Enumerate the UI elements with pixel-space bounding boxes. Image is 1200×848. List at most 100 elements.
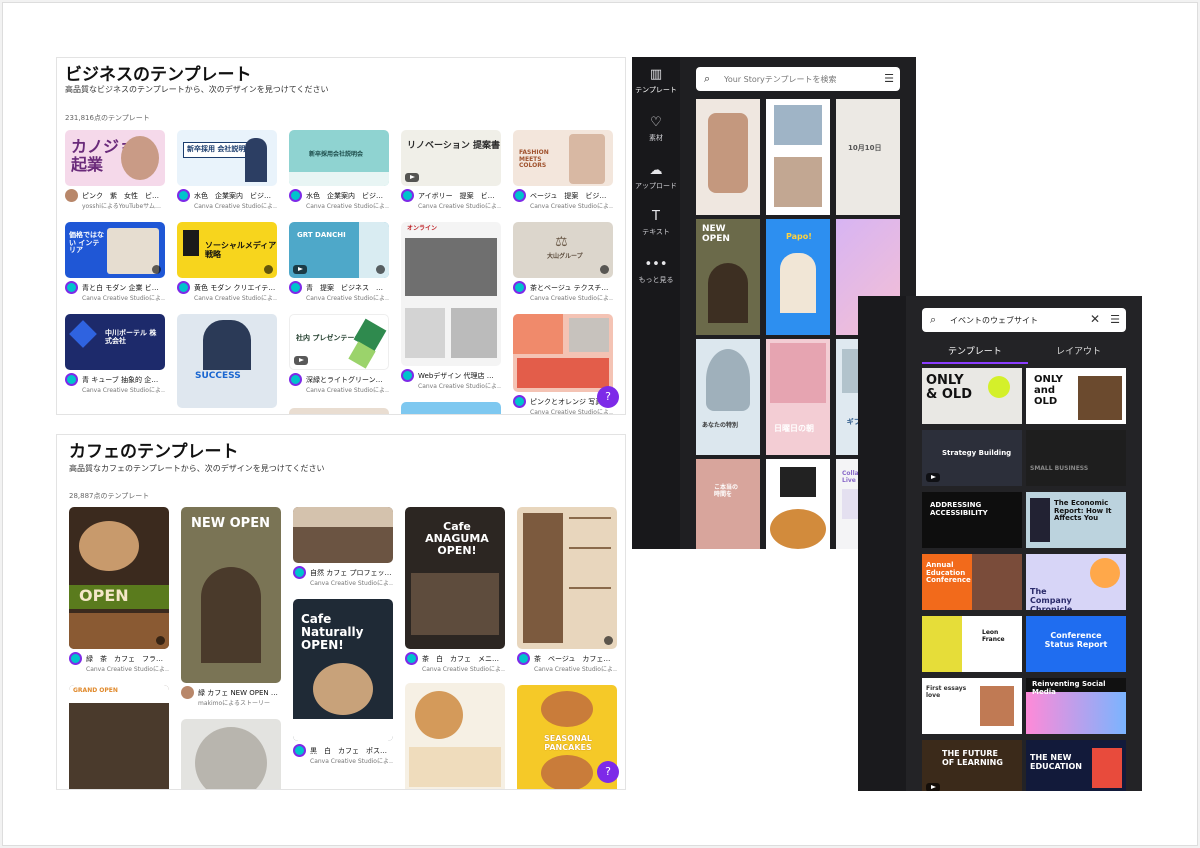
template-card[interactable]: GRT DANCHI 青 提案 ビジネス … Canva Creative St… (289, 222, 389, 302)
template-thumbnail[interactable]: Annual Education Conference (922, 554, 1022, 610)
creator-avatar (513, 395, 526, 408)
help-button[interactable]: ? (597, 761, 619, 783)
photo (569, 318, 609, 352)
template-thumbnail[interactable]: 社内 プレゼンテーション (289, 314, 389, 370)
template-thumbnail[interactable]: Cafe ANAGUMA OPEN! (405, 507, 505, 649)
tab-templates[interactable]: テンプレート (948, 344, 1002, 357)
template-card[interactable]: Cafe Naturally OPEN! 黒 白 カフェ ポス… Canva C… (293, 599, 393, 765)
template-card[interactable]: カノジョの 起業 ピンク 紫 女性 ビ… yosshiによるYouTubeサム… (65, 130, 165, 210)
menu-line (569, 517, 611, 519)
template-card[interactable]: OPEN 緑 茶 カフェ フラ… Canva Creative Studioによ… (69, 507, 169, 673)
shape (183, 230, 199, 256)
template-thumbnail[interactable]: First essays love (922, 678, 1022, 734)
template-thumbnail[interactable]: Cafe Naturally OPEN! (293, 599, 393, 741)
template-thumbnail[interactable]: FASHION MEETS COLORS (513, 130, 613, 186)
template-card[interactable]: GRAND OPEN (69, 685, 169, 789)
template-card[interactable]: FASHION MEETS COLORS ベージュ 提案 ビジネ… Canva … (513, 130, 613, 210)
rail-label: テンプレート (635, 86, 677, 94)
template-thumbnail[interactable] (405, 683, 505, 789)
template-thumbnail[interactable]: Leon France (922, 616, 1022, 672)
template-creator: Canva Creative Studioによ… (194, 203, 277, 210)
rail-text[interactable]: T テキスト (632, 209, 680, 237)
template-card[interactable]: 社内 プレゼンテーション 深緑とライトグリーンと… Canva Creative… (289, 314, 389, 394)
template-thumbnail[interactable]: あなたの特別 (696, 339, 760, 455)
template-thumbnail[interactable]: Conference Status Report (1026, 616, 1126, 672)
template-card[interactable]: 新卒採用会社説明会 水色 企業案内 ビジ… Canva Creative Stu… (289, 130, 389, 210)
template-thumbnail[interactable]: 日曜日の朝 (766, 339, 830, 455)
template-creator: Canva Creative Studioによ… (194, 295, 277, 302)
template-thumbnail[interactable]: The Economic Report: How It Affects You (1026, 492, 1126, 548)
template-card[interactable]: 茶 ベージュ カフェ… Canva Creative Studioによ… (517, 507, 617, 673)
template-thumbnail[interactable]: Strategy Building (922, 430, 1022, 486)
template-thumbnail[interactable]: 価格ではない インテリア (65, 222, 165, 278)
template-thumbnail[interactable]: GRT DANCHI (289, 222, 389, 278)
template-thumbnail[interactable] (181, 719, 281, 789)
creator-avatar (293, 566, 306, 579)
template-thumbnail[interactable]: カノジョの 起業 (65, 130, 165, 186)
rail-templates[interactable]: ▥ テンプレート (632, 67, 680, 95)
template-thumbnail[interactable]: 10月10日 (836, 99, 900, 215)
template-card[interactable]: 価格ではない インテリア 青と白 モダン 企業 ビジ… Canva Creati… (65, 222, 165, 302)
tab-layouts[interactable]: レイアウト (1056, 344, 1101, 357)
thumbnail-text: ソーシャルメディア 戦略 (205, 241, 277, 259)
template-thumbnail[interactable]: NEW OPEN (696, 219, 760, 335)
template-thumbnail[interactable]: ONLY & OLD (922, 368, 1022, 424)
template-thumbnail[interactable]: ONLY and OLD (1026, 368, 1126, 424)
help-button[interactable]: ? (597, 386, 619, 408)
template-card[interactable] (181, 719, 281, 789)
template-thumbnail[interactable]: 大山グループ ⚖ (513, 222, 613, 278)
template-card[interactable]: ソーシャルメディア 戦略 黄色 モダン クリエイテ… Canva Creativ… (177, 222, 277, 302)
template-thumbnail[interactable]: 新卒採用 会社説明会 (177, 130, 277, 186)
template-thumbnail[interactable] (517, 507, 617, 649)
template-thumbnail[interactable] (766, 99, 830, 215)
filter-icon[interactable]: ☰ (884, 72, 894, 85)
thumbnail-text: The Company Chronicle (1030, 587, 1073, 610)
template-card[interactable]: Cafe ANAGUMA OPEN! 茶 白 カフェ メニ… Canva Cre… (405, 507, 505, 673)
template-thumbnail[interactable]: SMALL BUSINESS (1026, 430, 1126, 486)
rail-uploads[interactable]: ☁ アップロード (632, 163, 680, 191)
photo (517, 358, 609, 388)
template-card[interactable]: NEW OPEN 緑 カフェ NEW OPEN … makimoによるストーリー (181, 507, 281, 707)
template-card[interactable]: 大山グループ ⚖ 茶とベージュ テクスチ… Canva Creative Stu… (513, 222, 613, 302)
template-creator: Canva Creative Studioによ… (82, 387, 165, 394)
template-thumbnail[interactable]: GRAND OPEN (69, 685, 169, 789)
template-thumbnail[interactable]: SUCCESS (177, 314, 277, 408)
template-thumbnail[interactable]: こ本当の時間を (696, 459, 760, 549)
template-thumbnail[interactable]: The Company Chronicle (1026, 554, 1126, 610)
template-search-input[interactable]: ⌕ Your Storyテンプレートを検索 ☰ (696, 67, 900, 91)
template-thumbnail-partial[interactable] (401, 402, 501, 414)
template-thumbnail[interactable]: リノベーション 提案書 (401, 130, 501, 186)
template-thumbnail[interactable]: オンライン (401, 222, 501, 366)
template-thumbnail[interactable] (293, 507, 393, 563)
template-name: 緑 カフェ NEW OPEN … (198, 688, 278, 697)
rail-more[interactable]: ••• もっと見る (632, 257, 680, 285)
template-thumbnail[interactable]: THE NEW EDUCATION (1026, 740, 1126, 791)
template-card[interactable]: 中川ボーテル 株式会社 青 キューブ 抽象的 企業… Canva Creativ… (65, 314, 165, 394)
template-thumbnail[interactable] (766, 459, 830, 549)
template-card[interactable]: オンライン Webデザイン 代理店 チ… Canva Creative Stud… (401, 222, 501, 390)
template-thumbnail[interactable] (513, 314, 613, 392)
rail-label: テキスト (642, 228, 670, 236)
clear-search-icon[interactable]: ✕ (1090, 312, 1100, 326)
template-search-input[interactable]: ⌕ イベントのウェブサイト ✕ ☰ (922, 308, 1126, 332)
template-card[interactable]: リノベーション 提案書 アイボリー 提案 ビジ… Canva Creative … (401, 130, 501, 210)
template-thumbnail[interactable]: Papo! (766, 219, 830, 335)
template-thumbnail[interactable]: ソーシャルメディア 戦略 (177, 222, 277, 278)
template-thumbnail[interactable]: 中川ボーテル 株式会社 (65, 314, 165, 370)
template-thumbnail[interactable]: NEW OPEN (181, 507, 281, 683)
template-card[interactable]: SUCCESS (177, 314, 277, 408)
more-icon: ••• (644, 257, 668, 272)
template-thumbnail[interactable]: OPEN (69, 507, 169, 649)
rail-elements[interactable]: ♡ 素材 (632, 115, 680, 143)
template-thumbnail[interactable] (696, 99, 760, 215)
template-card[interactable]: 新卒採用 会社説明会 水色 企業案内 ビジ… Canva Creative St… (177, 130, 277, 210)
template-creator: Canva Creative Studioによ… (530, 295, 613, 302)
template-card[interactable]: 自然 カフェ プロフェッ… Canva Creative Studioによ… (293, 507, 393, 587)
template-thumbnail[interactable]: ADDRESSING ACCESSIBILITY (922, 492, 1022, 548)
template-card[interactable] (405, 683, 505, 789)
template-thumbnail-partial[interactable] (289, 408, 389, 414)
template-thumbnail[interactable]: THE FUTURE OF LEARNING (922, 740, 1022, 791)
template-thumbnail[interactable]: Reinventing Social Media (1026, 678, 1126, 734)
filter-icon[interactable]: ☰ (1110, 313, 1120, 326)
template-thumbnail[interactable]: 新卒採用会社説明会 (289, 130, 389, 186)
